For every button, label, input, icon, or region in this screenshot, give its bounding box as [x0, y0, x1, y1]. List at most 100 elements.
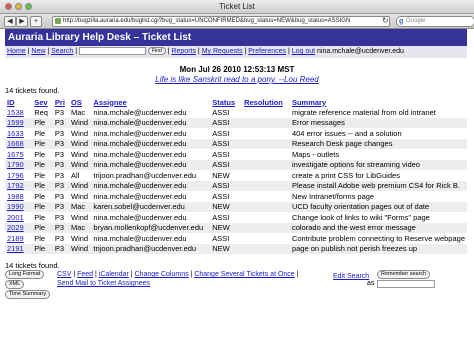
cell-id[interactable]: 2191: [5, 243, 33, 254]
cell-summary: create a print CSS for LibGuides: [291, 170, 400, 180]
table-row[interactable]: 1988 Ple P3 Wind nina.mchale@ucdenver.edu ASS…: [5, 191, 467, 202]
forward-icon[interactable]: ▶: [16, 16, 28, 27]
add-bookmark-icon[interactable]: +: [30, 16, 42, 27]
cell-assignee: karen.sobel@ucdenver.edu: [91, 201, 211, 212]
table-row[interactable]: 2191 Ple P3 Wind trijoon.pradhan@ucdenver.ed…: [5, 243, 467, 254]
cell-summary: page on publish not perish freezes up: [289, 243, 467, 254]
cell-id[interactable]: 1538: [5, 107, 32, 118]
table-row[interactable]: 2029 Ple P3 Mac bryan.mollenkopf@ucdenver.ed…: [5, 222, 467, 233]
preferences-link[interactable]: Preferences: [248, 48, 286, 55]
close-window-button[interactable]: [5, 3, 12, 10]
table-row[interactable]: 1538 Req P3 Mac nina.mchale@ucdenver.edu ASSI…: [5, 107, 467, 118]
cell-id[interactable]: 2029: [5, 222, 33, 233]
cell-resolution: [242, 233, 290, 244]
cell-assignee: trijoon.pradhan@ucdenver.edu: [93, 170, 197, 180]
new-link[interactable]: New: [31, 48, 45, 55]
cell-id[interactable]: 2189: [5, 233, 32, 244]
cell-id[interactable]: 1990: [5, 201, 33, 212]
icalendar-link[interactable]: iCalendar: [99, 271, 129, 278]
table-row[interactable]: 1668 Ple P3 Wind nina.mchale@ucdenver.edu ASS…: [5, 138, 467, 149]
change-several-link[interactable]: Change Several Tickets at Once: [194, 271, 294, 278]
current-user: nina.mchale@ucdenver.edu: [317, 48, 404, 55]
address-bar[interactable]: http://bugzilla.auraria.edu/buglist.cgi?…: [52, 16, 390, 27]
table-row[interactable]: 1790 Ple P3 Wind nina.mchale@ucdenver.edu ASS…: [5, 159, 467, 170]
change-columns-link[interactable]: Change Columns: [135, 271, 189, 278]
time-summary-button[interactable]: Time Summary: [5, 290, 51, 299]
table-row[interactable]: 1796 Ple P3 All trijoon.pradhan@ucdenver.edu…: [5, 170, 467, 181]
cell-id[interactable]: 2001: [5, 212, 32, 223]
cell-id[interactable]: 1633: [5, 128, 32, 139]
cell-sev: Ple: [34, 191, 46, 201]
quick-search-input[interactable]: [79, 47, 147, 56]
cell-assignee: nina.mchale@ucdenver.edu: [93, 233, 187, 243]
cell-pri: P3: [52, 222, 69, 233]
cell-id[interactable]: 1792: [5, 180, 33, 191]
cell-pri: P3: [52, 138, 69, 149]
browser-search-field[interactable]: g Google: [396, 16, 474, 27]
cell-sev: Ple: [32, 117, 53, 128]
my-requests-link[interactable]: My Requests: [202, 48, 243, 55]
long-format-button[interactable]: Long Format: [5, 270, 45, 279]
cell-id[interactable]: 1599: [5, 117, 33, 128]
cell-summary: Please install Adobe web premium CS4 for…: [289, 180, 467, 191]
column-header-pri[interactable]: Pri: [53, 97, 69, 107]
search-link[interactable]: Search: [51, 48, 73, 55]
send-mail-link[interactable]: Send Mail to Ticket Assignees: [57, 280, 150, 287]
column-header-resolution[interactable]: Resolution: [242, 97, 290, 107]
cell-id[interactable]: 1675: [5, 149, 32, 160]
xml-button[interactable]: XML: [5, 280, 25, 289]
remember-search-button[interactable]: Remember search: [377, 270, 431, 279]
cell-sev: Ple: [32, 243, 53, 254]
cell-os: Mac: [71, 107, 86, 117]
table-row[interactable]: 2001 Ple P3 Wind nina.mchale@ucdenver.edu ASS…: [5, 212, 467, 223]
column-header-summary[interactable]: Summary: [290, 97, 467, 107]
table-row[interactable]: 1633 Ple P3 Wind nina.mchale@ucdenver.edu ASS…: [5, 128, 467, 139]
cell-assignee: nina.mchale@ucdenver.edu: [91, 138, 211, 149]
csv-link[interactable]: CSV: [57, 271, 71, 278]
ticket-table-header: ID Sev Pri OS Assignee Status Resolution…: [5, 97, 467, 107]
table-row[interactable]: 1675 Ple P3 Wind nina.mchale@ucdenver.edu ASS…: [5, 149, 467, 160]
remember-search-name-input[interactable]: [377, 280, 435, 288]
cell-id[interactable]: 1988: [5, 191, 32, 202]
cell-os: Wind: [69, 243, 92, 254]
logout-link[interactable]: Log out: [292, 48, 315, 55]
cell-summary: Contribute problem connecting to Reserve…: [291, 233, 465, 243]
table-row[interactable]: 1990 Ple P3 Mac karen.sobel@ucdenver.edu NEW U…: [5, 201, 467, 212]
column-header-sev[interactable]: Sev: [32, 97, 53, 107]
cell-id[interactable]: 1790: [5, 159, 33, 170]
minimize-window-button[interactable]: [15, 3, 22, 10]
table-row[interactable]: 1792 Ple P3 Wind nina.mchale@ucdenver.edu ASS…: [5, 180, 467, 191]
home-link[interactable]: Home: [7, 48, 26, 55]
cell-id[interactable]: 1668: [5, 138, 33, 149]
cell-resolution: [242, 191, 290, 202]
zoom-window-button[interactable]: [25, 3, 32, 10]
reports-link[interactable]: Reports: [171, 48, 196, 55]
cell-sev: Ple: [34, 212, 46, 222]
cell-summary: investigate options for streaming video: [289, 159, 467, 170]
find-button[interactable]: Find: [148, 47, 166, 56]
cell-id[interactable]: 1796: [5, 170, 32, 181]
cell-summary: Change look of links to wiki "Forms" pag…: [291, 212, 430, 222]
random-quote[interactable]: Life is like Sanskrit read to a pony. --…: [0, 75, 474, 84]
column-header-status[interactable]: Status: [210, 97, 242, 107]
cell-resolution: [242, 222, 290, 233]
back-icon[interactable]: ◀: [4, 16, 16, 27]
edit-search-link[interactable]: Edit Search: [333, 273, 369, 280]
quote-link[interactable]: Life is like Sanskrit read to a pony. --…: [155, 75, 319, 84]
column-header-os[interactable]: OS: [69, 97, 91, 107]
window-controls: [5, 3, 32, 10]
feed-link[interactable]: Feed: [77, 271, 93, 278]
cell-os: Wind: [71, 233, 89, 243]
cell-pri: P3: [54, 128, 65, 138]
column-header-assignee[interactable]: Assignee: [91, 97, 210, 107]
cell-resolution: [242, 117, 290, 128]
window-titlebar: Ticket List: [0, 0, 474, 14]
table-row[interactable]: 2189 Ple P3 Wind nina.mchale@ucdenver.edu ASS…: [5, 233, 467, 244]
table-row[interactable]: 1599 Ple P3 Wind nina.mchale@ucdenver.edu ASS…: [5, 117, 467, 128]
cell-summary: Error messages: [289, 117, 467, 128]
cell-os: Wind: [71, 212, 89, 222]
column-header-id[interactable]: ID: [5, 97, 32, 107]
reload-icon[interactable]: ↻: [382, 16, 391, 25]
cell-pri: P3: [52, 180, 69, 191]
site-icon: [55, 18, 61, 24]
